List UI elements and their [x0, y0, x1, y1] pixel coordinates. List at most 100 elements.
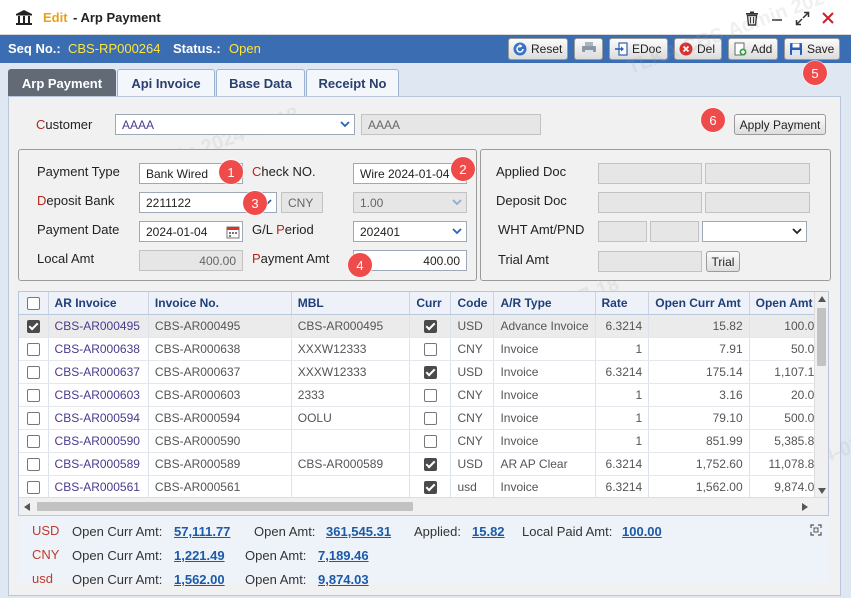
step-badge-4: 4	[348, 253, 372, 277]
applied-doc-field-2	[705, 163, 810, 184]
row-select-cell[interactable]	[19, 452, 49, 476]
table-row[interactable]: CBS-AR000603 CBS-AR000603 2333 CNY Invoice 1 3…	[19, 383, 828, 407]
table-row[interactable]: CBS-AR000638 CBS-AR000638 XXXW12333 CNY Invo…	[19, 337, 828, 361]
grid-horizontal-scrollbar[interactable]	[19, 497, 828, 515]
deposit-doc-field	[598, 192, 702, 213]
row-checkbox[interactable]	[26, 388, 40, 402]
col-rate[interactable]: Rate	[595, 292, 650, 315]
apply-payment-button[interactable]: Apply Payment	[734, 114, 826, 135]
floppy-disk-icon	[789, 42, 803, 56]
print-button[interactable]	[574, 38, 603, 60]
payment-date-input[interactable]: 2024-01-04	[139, 221, 243, 242]
ar-invoice-cell[interactable]: CBS-AR000561	[48, 475, 149, 499]
select-all-checkbox[interactable]	[26, 296, 40, 310]
reset-button[interactable]: Reset	[508, 38, 568, 60]
deposit-currency-field: CNY	[281, 192, 323, 213]
summary-local-paid-value[interactable]: 100.00	[622, 524, 662, 539]
code-cell: USD	[450, 452, 495, 476]
row-checkbox[interactable]	[26, 342, 40, 356]
tab-base-data[interactable]: Base Data	[216, 69, 305, 96]
delete-circle-icon	[679, 42, 693, 56]
ar-type-cell: AR AP Clear	[493, 452, 596, 476]
ar-invoice-cell[interactable]: CBS-AR000603	[48, 383, 149, 407]
summary-open-curr-value[interactable]: 1,562.00	[174, 572, 225, 587]
vertical-scroll-thumb[interactable]	[817, 308, 826, 366]
close-icon[interactable]	[818, 8, 838, 28]
col-curr[interactable]: Curr	[409, 292, 452, 315]
row-select-cell[interactable]	[19, 383, 49, 407]
row-select-cell[interactable]	[19, 314, 49, 338]
mbl-cell: CBS-AR000589	[291, 452, 411, 476]
row-checkbox[interactable]	[26, 434, 40, 448]
summary-open-amt-value[interactable]: 7,189.46	[318, 548, 369, 563]
scroll-left-icon[interactable]	[24, 503, 30, 511]
summary-open-curr-value[interactable]: 57,111.77	[174, 524, 230, 539]
minimize-icon[interactable]	[767, 8, 787, 28]
table-row[interactable]: CBS-AR000590 CBS-AR000590 CNY Invoice 1 851.9…	[19, 429, 828, 453]
summary-open-curr-value[interactable]: 1,221.49	[174, 548, 225, 563]
table-row[interactable]: CBS-AR000561 CBS-AR000561 usd Invoice 6.3214…	[19, 475, 828, 499]
curr-cell	[409, 429, 452, 453]
scroll-up-icon[interactable]	[818, 296, 826, 302]
rate-cell: 1	[595, 406, 650, 430]
col-mbl[interactable]: MBL	[291, 292, 411, 315]
table-row[interactable]: CBS-AR000594 CBS-AR000594 OOLU CNY Invoice 1 7…	[19, 406, 828, 430]
tab-receipt-no[interactable]: Receipt No	[306, 69, 399, 96]
curr-checkbox	[423, 434, 437, 448]
step-badge-5: 5	[803, 61, 827, 85]
ar-invoice-cell[interactable]: CBS-AR000637	[48, 360, 149, 384]
scroll-right-icon[interactable]	[802, 503, 808, 511]
row-select-cell[interactable]	[19, 360, 49, 384]
summary-open-amt-value[interactable]: 9,874.03	[318, 572, 369, 587]
scroll-down-icon[interactable]	[818, 488, 826, 494]
ar-invoice-cell[interactable]: CBS-AR000590	[48, 429, 149, 453]
col-ar-invoice[interactable]: AR Invoice	[48, 292, 149, 315]
row-select-cell[interactable]	[19, 337, 49, 361]
local-amt-label: Local Amt	[37, 251, 95, 266]
expand-icon[interactable]	[810, 524, 822, 539]
wht-type-select[interactable]	[702, 221, 807, 242]
calendar-icon[interactable]	[224, 223, 241, 240]
tab-arp-payment[interactable]: Arp Payment	[8, 69, 116, 96]
row-select-cell[interactable]	[19, 475, 49, 499]
col-open-curr-amt[interactable]: Open Curr Amt	[648, 292, 750, 315]
summary-open-amt-value[interactable]: 361,545.31	[326, 524, 391, 539]
gl-period-select[interactable]: 202401	[353, 221, 467, 242]
save-button[interactable]: Save	[784, 38, 840, 60]
table-row[interactable]: CBS-AR000637 CBS-AR000637 XXXW12333 USD Invo…	[19, 360, 828, 384]
trash-icon[interactable]	[742, 8, 762, 28]
chevron-down-icon	[448, 223, 465, 240]
row-select-cell[interactable]	[19, 406, 49, 430]
table-row[interactable]: CBS-AR000589 CBS-AR000589 CBS-AR000589 USD A…	[19, 452, 828, 476]
chevron-down-icon	[788, 223, 805, 240]
summary-applied-value[interactable]: 15.82	[472, 524, 505, 539]
row-checkbox[interactable]	[26, 457, 40, 471]
table-row[interactable]: CBS-AR000495 CBS-AR000495 CBS-AR000495 USD A…	[19, 314, 828, 338]
row-checkbox[interactable]	[26, 365, 40, 379]
grid-vertical-scrollbar[interactable]	[814, 292, 828, 498]
select-all-header[interactable]	[19, 292, 49, 315]
row-checkbox[interactable]	[26, 319, 40, 333]
col-code[interactable]: Code	[450, 292, 495, 315]
invoice-table: AR Invoice Invoice No. MBL Curr Code A/R…	[19, 292, 828, 499]
ar-invoice-cell[interactable]: CBS-AR000495	[48, 314, 149, 338]
add-button[interactable]: Add	[728, 38, 778, 60]
invoice-no-cell: CBS-AR000594	[148, 406, 292, 430]
col-invoice-no[interactable]: Invoice No.	[148, 292, 292, 315]
row-checkbox[interactable]	[26, 480, 40, 494]
edoc-button[interactable]: EDoc	[609, 38, 668, 60]
maximize-icon[interactable]	[792, 8, 812, 28]
trial-button[interactable]: Trial	[706, 251, 740, 272]
row-select-cell[interactable]	[19, 429, 49, 453]
ar-invoice-cell[interactable]: CBS-AR000638	[48, 337, 149, 361]
printer-icon	[581, 41, 597, 58]
ar-invoice-cell[interactable]: CBS-AR000589	[48, 452, 149, 476]
check-no-input[interactable]: Wire 2024-01-04	[353, 163, 467, 184]
col-ar-type[interactable]: A/R Type	[493, 292, 596, 315]
customer-select[interactable]: AAAA	[115, 114, 355, 135]
delete-button[interactable]: Del	[674, 38, 722, 60]
tab-api-invoice[interactable]: Api Invoice	[117, 69, 215, 96]
row-checkbox[interactable]	[26, 411, 40, 425]
ar-invoice-cell[interactable]: CBS-AR000594	[48, 406, 149, 430]
horizontal-scroll-thumb[interactable]	[37, 502, 413, 511]
